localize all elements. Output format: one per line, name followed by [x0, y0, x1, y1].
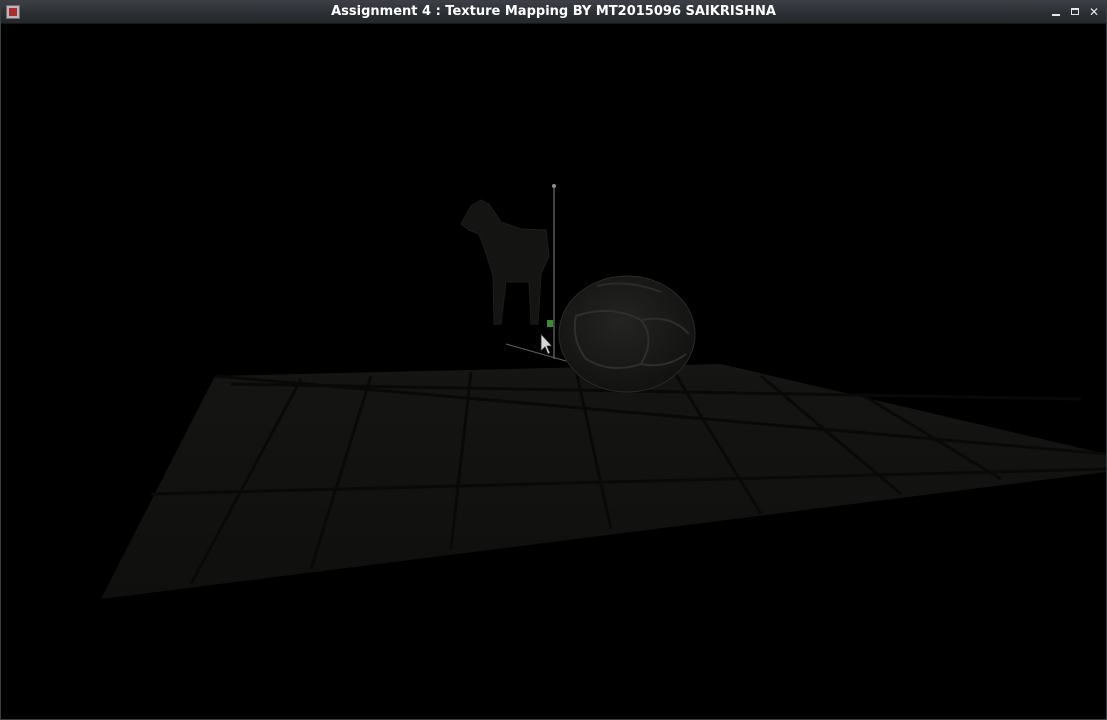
axis-tip	[552, 184, 556, 188]
ball-model	[558, 275, 696, 393]
mouse-cursor-icon	[540, 332, 553, 355]
opengl-viewport[interactable]	[1, 24, 1106, 719]
scene-canvas[interactable]	[1, 24, 1106, 719]
maximize-icon	[1071, 8, 1079, 15]
window-title: Assignment 4 : Texture Mapping BY MT2015…	[331, 4, 776, 19]
close-icon: ✕	[1088, 5, 1100, 19]
horse-model	[460, 199, 550, 325]
close-button[interactable]: ✕	[1086, 4, 1102, 20]
x-axis-line	[505, 343, 567, 362]
minimize-icon	[1052, 14, 1060, 16]
title-bar[interactable]: Assignment 4 : Texture Mapping BY MT2015…	[1, 1, 1106, 24]
light-marker	[547, 320, 553, 327]
maximize-button[interactable]	[1067, 4, 1083, 20]
application-window: Assignment 4 : Texture Mapping BY MT2015…	[0, 0, 1107, 720]
minimize-button[interactable]	[1048, 4, 1064, 20]
